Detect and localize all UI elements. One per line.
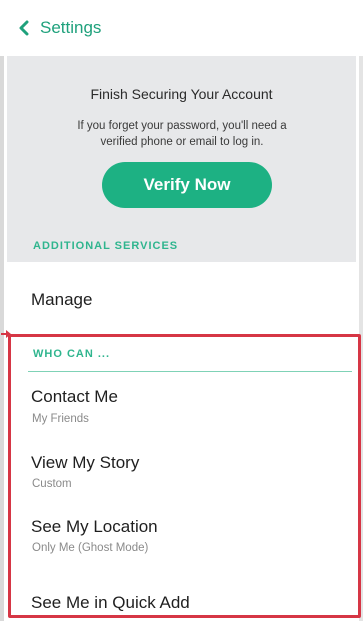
manage-row[interactable]: Manage (31, 290, 92, 310)
secure-description: If you forget your password, you'll need… (77, 120, 287, 148)
section-divider (28, 371, 352, 372)
view-my-story-row[interactable]: View My Story (31, 453, 139, 473)
chevron-left-icon (19, 20, 29, 36)
right-edge (359, 0, 363, 621)
arrow-right-icon (1, 330, 11, 338)
back-label: Settings (40, 18, 102, 37)
left-edge (0, 0, 4, 621)
secure-account-card: Finish Securing Your Account If you forg… (7, 56, 356, 232)
header: Settings (0, 0, 363, 56)
contact-me-row[interactable]: Contact Me (31, 387, 118, 407)
additional-services-header: ADDITIONAL SERVICES (33, 240, 179, 252)
see-my-location-row[interactable]: See My Location (31, 517, 158, 537)
contact-me-value: My Friends (32, 413, 89, 425)
who-can-header: WHO CAN ... (33, 348, 110, 360)
see-my-location-value: Only Me (Ghost Mode) (32, 542, 149, 554)
settings-screen: Settings Finish Securing Your Account If… (0, 0, 363, 621)
view-my-story-value: Custom (32, 478, 72, 490)
back-button[interactable]: Settings (18, 18, 101, 38)
verify-now-button[interactable]: Verify Now (102, 162, 272, 208)
settings-list (7, 262, 356, 621)
see-me-in-quick-add-row[interactable]: See Me in Quick Add (31, 593, 190, 613)
secure-title: Finish Securing Your Account (90, 86, 273, 102)
